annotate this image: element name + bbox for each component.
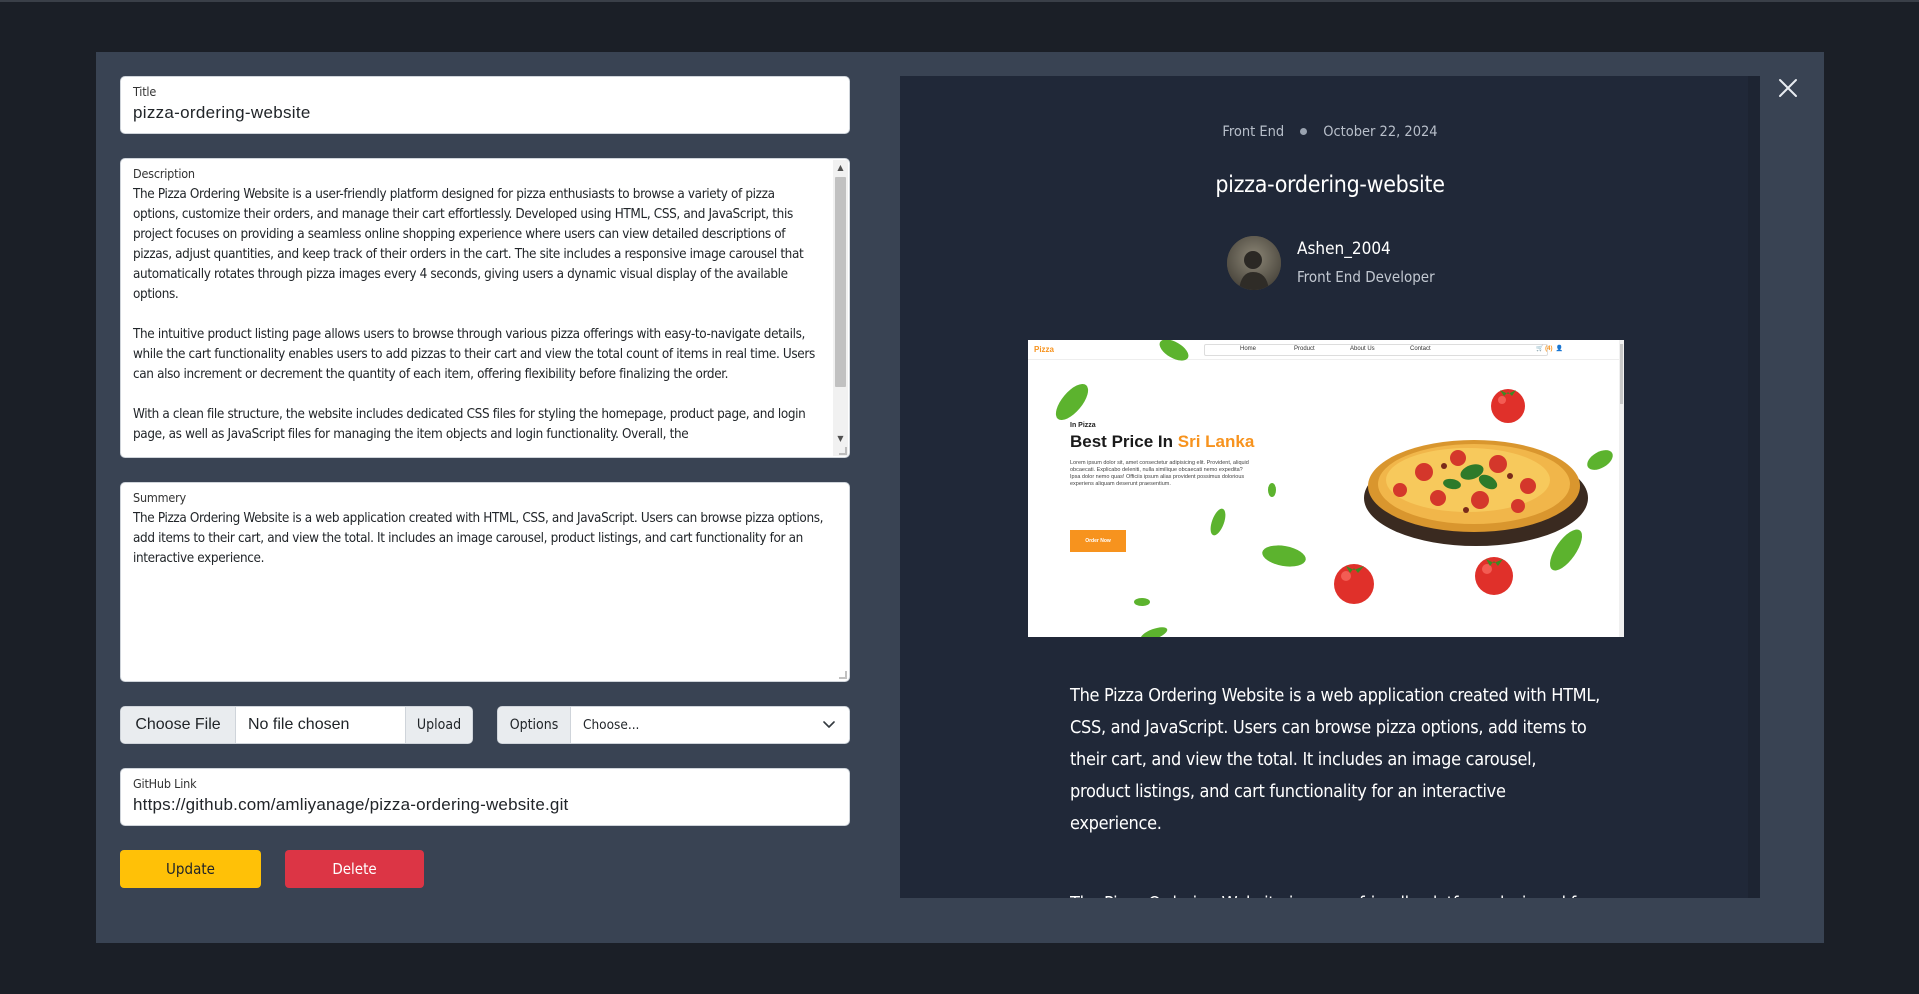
separator-dot bbox=[1300, 127, 1308, 135]
screenshot-small-heading: In Pizza bbox=[1070, 422, 1096, 429]
title-field[interactable]: Title pizza-ordering-website bbox=[120, 76, 850, 134]
project-preview[interactable]: Front End October 22, 2024 pizza-ordering… bbox=[900, 76, 1760, 898]
file-upload-group: Choose File No file chosen Upload bbox=[120, 706, 473, 744]
screenshot-heading-text: Best Price In bbox=[1070, 432, 1173, 451]
project-screenshot: Pizza Home Product About Us Contact 🛒 (4… bbox=[1028, 340, 1624, 637]
screenshot-order-button: Order Now bbox=[1070, 530, 1126, 552]
preview-scrollbar[interactable] bbox=[1748, 76, 1760, 898]
upload-button[interactable]: Upload bbox=[405, 707, 472, 743]
github-link-field[interactable]: GitHub Link https://github.com/amliyanag… bbox=[120, 768, 850, 826]
author-name: Ashen_2004 bbox=[1297, 239, 1391, 259]
scroll-up-icon[interactable]: ▲ bbox=[833, 160, 848, 175]
options-selected-value: Choose... bbox=[583, 717, 640, 733]
title-label: Title bbox=[133, 84, 157, 99]
preview-description: The Pizza Ordering Website is a user-fri… bbox=[1070, 888, 1600, 898]
description-scrollbar[interactable]: ▲ ▼ bbox=[833, 160, 848, 456]
resize-grip[interactable] bbox=[839, 671, 847, 679]
github-link-input[interactable]: https://github.com/amliyanage/pizza-orde… bbox=[133, 795, 568, 815]
file-status: No file chosen bbox=[248, 716, 350, 733]
preview-summary: The Pizza Ordering Website is a web appl… bbox=[1070, 685, 1600, 834]
post-meta: Front End October 22, 2024 bbox=[900, 124, 1760, 140]
screenshot-heading-accent: Sri Lanka bbox=[1177, 432, 1255, 451]
close-icon[interactable] bbox=[1774, 74, 1802, 102]
description-label: Description bbox=[133, 166, 195, 181]
description-field[interactable]: Description The Pizza Ordering Website i… bbox=[120, 158, 850, 458]
screenshot-scrollbar bbox=[1619, 340, 1624, 637]
summary-field[interactable]: Summery The Pizza Ordering Website is a … bbox=[120, 482, 850, 682]
preview-title: pizza-ordering-website bbox=[1215, 172, 1445, 198]
options-label: Options bbox=[498, 707, 571, 743]
resize-grip[interactable] bbox=[839, 447, 847, 455]
screenshot-big-heading: Best Price In Sri Lanka bbox=[1070, 432, 1254, 452]
options-group: Options Choose... bbox=[497, 706, 850, 744]
update-button[interactable]: Update bbox=[120, 850, 261, 888]
delete-button[interactable]: Delete bbox=[285, 850, 424, 888]
date-label: October 22, 2024 bbox=[1323, 124, 1438, 140]
leaf-decorations bbox=[1055, 340, 1613, 637]
summary-textarea[interactable]: The Pizza Ordering Website is a web appl… bbox=[133, 509, 838, 569]
avatar bbox=[1227, 236, 1281, 290]
chevron-down-icon bbox=[823, 717, 835, 733]
screenshot-lorem: Lorem ipsum dolor sit, amet consectetur … bbox=[1070, 460, 1249, 487]
choose-file-button[interactable]: Choose File bbox=[121, 707, 236, 743]
title-input[interactable]: pizza-ordering-website bbox=[133, 103, 311, 123]
author-role: Front End Developer bbox=[1297, 268, 1435, 286]
category-label: Front End bbox=[1222, 124, 1285, 140]
summary-label: Summery bbox=[133, 490, 186, 505]
options-select[interactable]: Choose... bbox=[571, 707, 849, 743]
github-link-label: GitHub Link bbox=[133, 776, 197, 791]
scroll-thumb[interactable] bbox=[835, 177, 846, 387]
scroll-down-icon[interactable]: ▼ bbox=[833, 431, 848, 446]
description-textarea[interactable]: The Pizza Ordering Website is a user-fri… bbox=[133, 185, 823, 445]
